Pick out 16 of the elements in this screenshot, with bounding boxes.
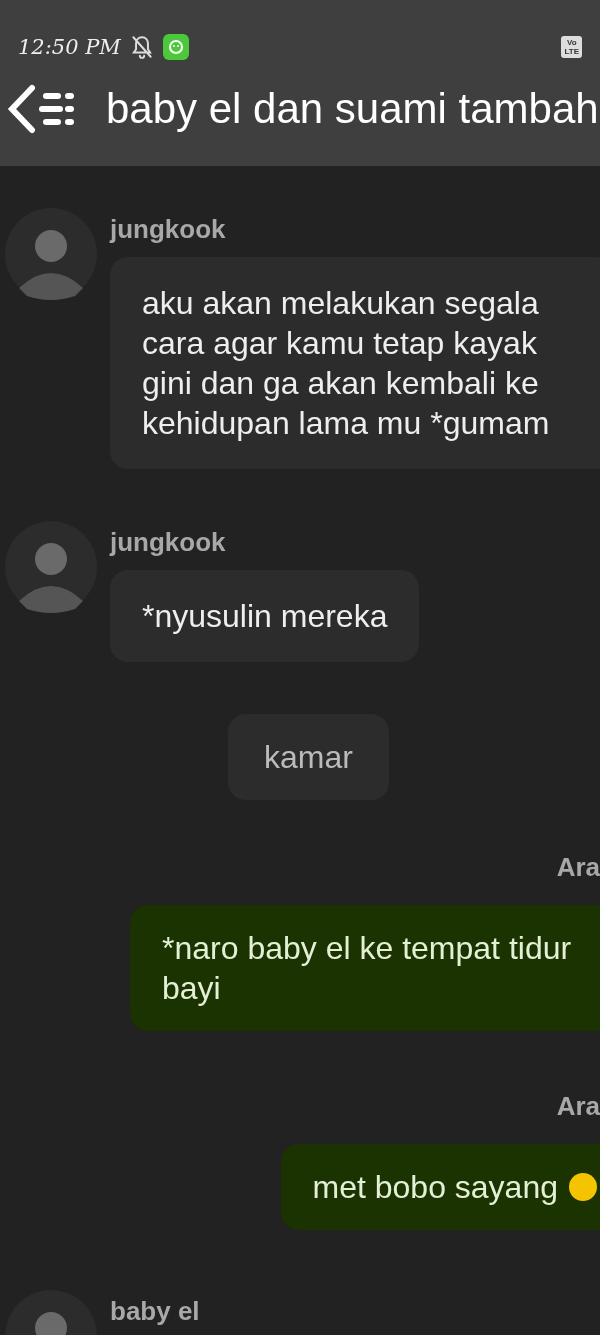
chat-title: baby el dan suami tambah bbox=[106, 85, 599, 133]
status-time: 12:50 PM bbox=[18, 35, 121, 59]
avatar[interactable] bbox=[5, 208, 97, 300]
app-icon bbox=[162, 34, 189, 60]
message-text: met bobo sayang bbox=[312, 1168, 558, 1207]
message-text: *naro baby el ke tempat tidur bayi bbox=[162, 929, 573, 1008]
message-bubble: *nyusulin mereka bbox=[110, 570, 420, 662]
sender-name: Ara bbox=[556, 852, 600, 883]
sender-name: jungkook bbox=[110, 527, 226, 558]
sender-name: jungkook bbox=[110, 214, 226, 245]
volte-badge: Vo LTE bbox=[561, 36, 582, 58]
avatar[interactable] bbox=[5, 521, 97, 613]
sender-name: baby el bbox=[110, 1296, 200, 1327]
sender-name: Ara bbox=[556, 1091, 600, 1122]
narration-bubble: kamar bbox=[228, 714, 389, 800]
message-bubble: aku akan melakukan segala cara agar kamu tetap kayak gini dan ga akan kembali ke kehidupan lama mu *gumam bbox=[110, 257, 600, 469]
